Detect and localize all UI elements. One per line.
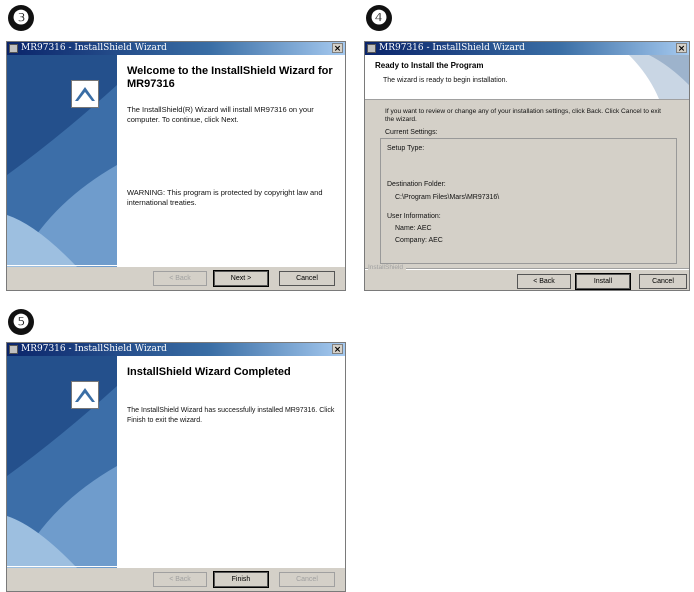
ready-header: Ready to Install the Program The wizard … [365, 55, 689, 100]
close-button[interactable]: × [676, 43, 687, 54]
wizard-side-banner [7, 356, 117, 568]
welcome-heading-line1: Welcome to the InstallShield Wizard for [127, 65, 333, 77]
completed-content: InstallShield Wizard Completed The Insta… [117, 356, 345, 568]
ready-subheading: The wizard is ready to begin installatio… [383, 77, 508, 84]
button-bar: < Back Next > Cancel [7, 265, 345, 290]
close-button[interactable]: × [332, 344, 343, 355]
close-button[interactable]: × [332, 43, 343, 54]
destination-folder-value: C:\Program Files\Mars\MR97316\ [395, 194, 500, 201]
completed-heading: InstallShield Wizard Completed [127, 366, 291, 378]
cancel-button[interactable]: Cancel [279, 572, 335, 587]
installshield-brand-label: InstallShield [368, 264, 407, 271]
warning-line1: WARNING: This program is protected by co… [127, 188, 323, 197]
settings-summary-box: Setup Type: Destination Folder: C:\Progr… [380, 138, 677, 264]
current-settings-label: Current Settings: [385, 129, 438, 136]
back-button[interactable]: < Back [517, 274, 571, 289]
installshield-logo [71, 381, 99, 409]
installshield-logo [71, 80, 99, 108]
window-title: MR97316 - InstallShield Wizard [21, 43, 167, 53]
next-button[interactable]: Next > [213, 270, 269, 287]
header-banner-graphic [629, 55, 689, 99]
completed-para-line2: Finish to exit the wizard. [127, 417, 203, 424]
user-name-value: Name: AEC [395, 225, 432, 232]
ready-wizard-window: MR97316 - InstallShield Wizard × Ready t… [364, 41, 690, 291]
setup-type-label: Setup Type: [387, 145, 425, 152]
welcome-wizard-window: MR97316 - InstallShield Wizard × Welcome… [6, 41, 346, 291]
welcome-heading-line2: MR97316 [127, 78, 175, 90]
step-4-marker: ❹ [366, 5, 392, 31]
installer-app-icon [9, 345, 18, 354]
finish-button[interactable]: Finish [213, 571, 269, 588]
welcome-para-line2: computer. To continue, click Next. [127, 115, 239, 124]
banner-graphic [7, 55, 117, 267]
destination-folder-label: Destination Folder: [387, 181, 446, 188]
welcome-content: Welcome to the InstallShield Wizard for … [117, 55, 345, 267]
wizard-side-banner [7, 55, 117, 267]
banner-graphic [7, 356, 117, 568]
button-bar: < Back Finish Cancel [7, 566, 345, 591]
completed-wizard-window: MR97316 - InstallShield Wizard × Install… [6, 342, 346, 592]
title-bar: MR97316 - InstallShield Wizard × [365, 42, 689, 55]
company-value: Company: AEC [395, 237, 443, 244]
step-5-marker: ❺ [8, 309, 34, 335]
back-button[interactable]: < Back [153, 271, 207, 286]
user-information-label: User Information: [387, 213, 441, 220]
title-bar: MR97316 - InstallShield Wizard × [7, 42, 345, 55]
back-button[interactable]: < Back [153, 572, 207, 587]
footer-separator [365, 268, 689, 270]
ready-instruction-line2: the wizard. [385, 116, 417, 123]
window-title: MR97316 - InstallShield Wizard [379, 43, 525, 53]
ready-instruction-line1: If you want to review or change any of y… [385, 108, 661, 115]
cancel-button[interactable]: Cancel [639, 274, 687, 289]
cancel-button[interactable]: Cancel [279, 271, 335, 286]
installer-app-icon [367, 44, 376, 53]
welcome-para-line1: The InstallShield(R) Wizard will install… [127, 105, 314, 114]
warning-line2: international treaties. [127, 198, 197, 207]
completed-para-line1: The InstallShield Wizard has successfull… [127, 407, 335, 414]
step-3-marker: ❸ [8, 5, 34, 31]
ready-heading: Ready to Install the Program [375, 61, 484, 70]
installer-app-icon [9, 44, 18, 53]
title-bar: MR97316 - InstallShield Wizard × [7, 343, 345, 356]
install-button[interactable]: Install [575, 273, 631, 290]
window-title: MR97316 - InstallShield Wizard [21, 344, 167, 354]
